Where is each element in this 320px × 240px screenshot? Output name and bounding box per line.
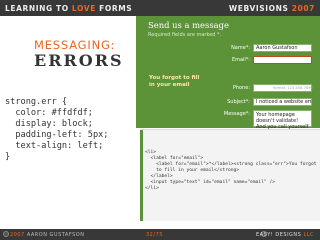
brand-suffix: LLC [303,232,314,238]
css-code-sample: strong.err { color: #ffdfdf; display: bl… [5,97,109,162]
footer-year: 2007 [10,232,25,238]
code-gutter [140,130,143,221]
phone-format-hint: format: 123-456-7890 [273,86,313,90]
message-label: Message*: [223,111,250,117]
footer-author: AARON GUSTAFSON [26,232,85,238]
name-label: Name*: [231,45,250,51]
brand-name: EASY! DESIGNS [255,232,302,238]
name-field[interactable]: Aaron Gustafson [253,44,312,52]
title-part-1: LEARNING TO [5,3,69,13]
event-label: WEBVISIONS [228,3,289,13]
required-note: Required fields are marked *. [148,32,222,38]
html-code-sample: <li> <label for="email"> <label for="ema… [140,129,320,221]
subject-select[interactable]: I noticed a website error [253,98,312,106]
message-textarea[interactable]: Your homepage doesn't validate! And you … [253,110,312,136]
footer-bar: 2007 AARON GUSTAFSON 32/75 EASY! DESIGNS… [0,229,320,240]
footer-credit: 2007 AARON GUSTAFSON [10,232,84,238]
event-year: 2007 [291,3,315,13]
email-field[interactable] [253,56,312,64]
footer-brand: EASY! DESIGNS LLC [256,232,314,238]
phone-label: Phone: [232,85,250,91]
contact-form-panel: Send us a message Required fields are ma… [136,16,320,136]
slide-title: ERRORS [34,51,124,70]
title-accent: LOVE [71,3,96,13]
copyright-icon [3,231,9,237]
title-part-2: FORMS [99,3,133,13]
presentation-title: LEARNING TO LOVE FORMS [5,4,132,13]
html-code-text: <li> <label for="email"> <label for="ema… [145,150,317,191]
form-heading: Send us a message [148,20,229,30]
event-name: WEBVISIONS 2007 [229,4,315,13]
email-label: Email*: [231,57,250,63]
top-banner: LEARNING TO LOVE FORMS WEBVISIONS 2007 [0,0,320,16]
subject-label: Subject*: [227,99,250,105]
slide-subtitle: MESSAGING: [34,38,116,52]
error-line-1: You forgot to fill [149,75,200,81]
page-counter: 32/75 [146,232,163,238]
